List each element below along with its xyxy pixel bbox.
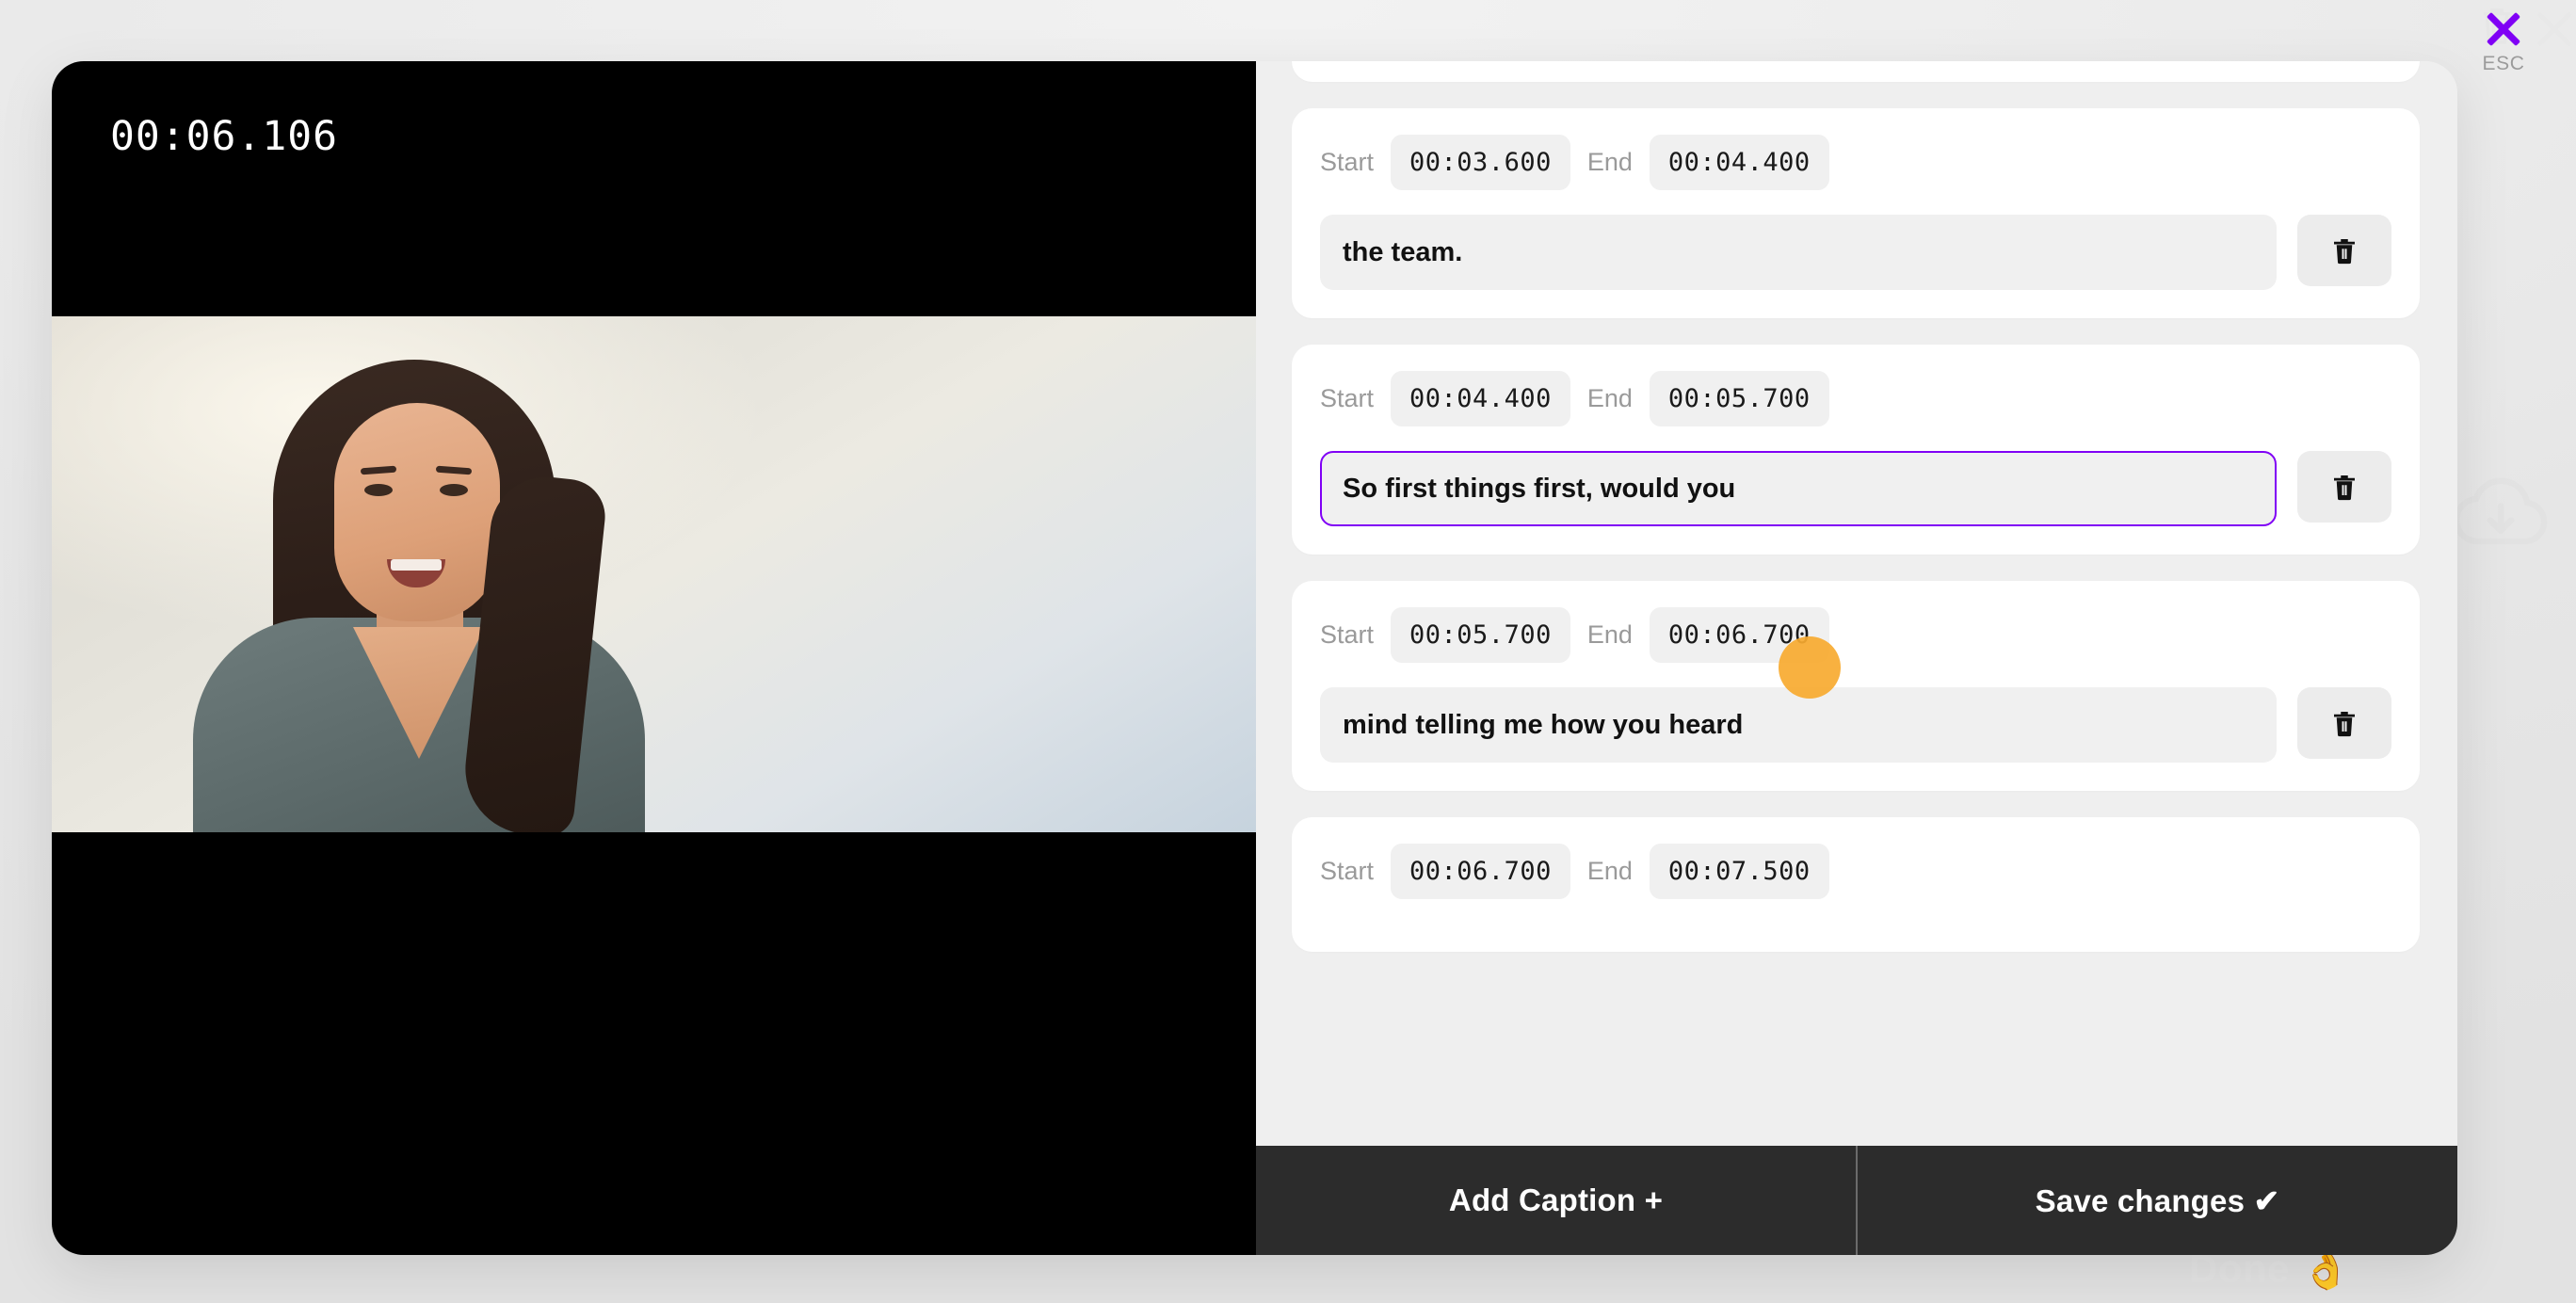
video-subject-eye-left [364,484,393,496]
captions-scroll-area[interactable]: you connected with the rest of Start 00:03… [1256,61,2457,1255]
start-label: Start [1320,620,1375,649]
start-label: Start [1320,148,1375,176]
video-subject-face [334,403,500,621]
caption-text-row: So first things first, would you [1320,451,2391,526]
start-label: Start [1320,857,1375,885]
caption-card: Start 00:06.700 End 00:07.500 [1292,817,2420,952]
end-time-input[interactable]: 00:04.400 [1649,135,1829,190]
video-preview-pane[interactable]: 00:06.106 [52,61,1256,1255]
add-caption-button[interactable]: Add Caption + [1256,1146,1856,1255]
start-time-input[interactable]: 00:03.600 [1391,135,1570,190]
end-label: End [1586,857,1633,885]
caption-editor-modal: 00:06.106 you connected with the rest of… [52,61,2457,1255]
trash-icon [2334,712,2355,737]
save-changes-button[interactable]: Save changes ✔ [1858,1146,2457,1255]
caption-text-input[interactable]: So first things first, would you [1320,451,2277,526]
end-label: End [1586,148,1633,176]
caption-text-input[interactable]: mind telling me how you heard [1320,687,2277,763]
caption-time-row: Start 00:05.700 End 00:06.700 [1320,607,2391,663]
caption-card: Start 00:03.600 End 00:04.400 the team. [1292,108,2420,318]
esc-label: ESC [2482,53,2525,74]
caption-time-row: Start 00:06.700 End 00:07.500 [1320,844,2391,899]
delete-caption-button[interactable] [2297,215,2391,286]
delete-caption-button[interactable] [2297,451,2391,523]
caption-card: you connected with the rest of [1292,61,2420,82]
start-time-input[interactable]: 00:04.400 [1391,371,1570,426]
end-label: End [1586,620,1633,649]
action-bar: Add Caption + Save changes ✔ [1256,1146,2457,1255]
captions-pane: you connected with the rest of Start 00:03… [1256,61,2457,1255]
video-subject-eye-right [440,484,468,496]
trash-icon [2334,475,2355,501]
delete-caption-button[interactable] [2297,687,2391,759]
trash-icon [2334,239,2355,265]
end-time-input[interactable]: 00:05.700 [1649,371,1829,426]
caption-text-row: the team. [1320,215,2391,290]
start-label: Start [1320,384,1375,412]
caption-time-row: Start 00:04.400 End 00:05.700 [1320,371,2391,426]
esc-close-button[interactable]: ESC [2452,9,2555,75]
cloud-download-icon [2453,477,2548,545]
video-subject-teeth [391,559,442,571]
caption-time-row: Start 00:03.600 End 00:04.400 [1320,135,2391,190]
caption-text-input[interactable]: the team. [1320,215,2277,290]
start-time-input[interactable]: 00:05.700 [1391,607,1570,663]
video-timecode: 00:06.106 [110,113,338,160]
end-time-input[interactable]: 00:07.500 [1649,844,1829,899]
end-time-input[interactable]: 00:06.700 [1649,607,1829,663]
caption-text-row: mind telling me how you heard [1320,687,2391,763]
video-frame [52,316,1256,832]
close-x-icon [2484,9,2523,49]
end-label: End [1586,384,1633,412]
start-time-input[interactable]: 00:06.700 [1391,844,1570,899]
caption-card: Start 00:04.400 End 00:05.700 So first thing… [1292,345,2420,555]
caption-card: Start 00:05.700 End 00:06.700 mind telling m… [1292,581,2420,791]
